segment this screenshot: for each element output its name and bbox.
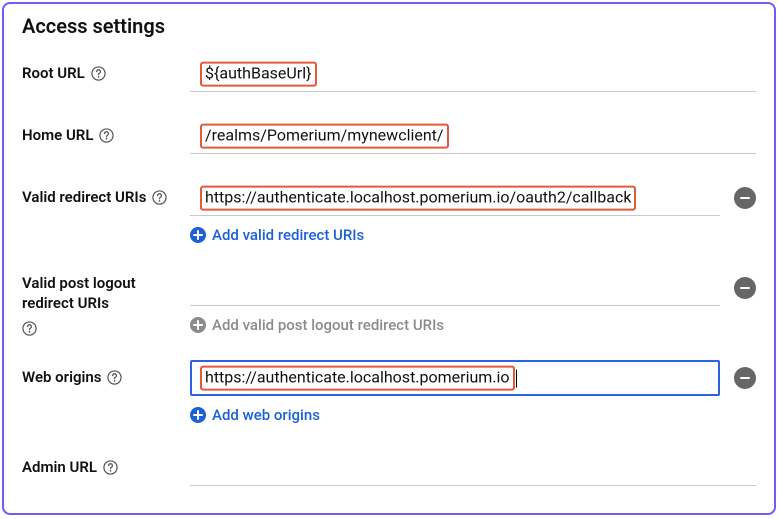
- field-web-origins: Web origins https://authenticate.localho…: [22, 360, 756, 424]
- label-post-logout-redirect-uris: Valid post logout redirect URIs: [22, 270, 190, 334]
- help-icon[interactable]: [103, 460, 118, 475]
- help-icon[interactable]: [91, 66, 106, 81]
- plus-circle-icon: [190, 317, 206, 333]
- section-title: Access settings: [22, 14, 756, 38]
- field-post-logout-redirect-uris: Valid post logout redirect URIs Add vali…: [22, 270, 756, 334]
- remove-web-origin-button[interactable]: [734, 367, 756, 389]
- add-valid-redirect-uri-button[interactable]: Add valid redirect URIs: [190, 226, 756, 244]
- label-admin-url: Admin URL: [22, 450, 190, 478]
- remove-post-logout-uri-button[interactable]: [734, 277, 756, 299]
- root-url-input[interactable]: [190, 56, 756, 92]
- web-origins-input[interactable]: [190, 360, 720, 396]
- label-root-url: Root URL: [22, 56, 190, 84]
- field-root-url: Root URL ${authBaseUrl}: [22, 56, 756, 92]
- home-url-input[interactable]: [190, 118, 756, 154]
- label-valid-redirect-uris: Valid redirect URIs: [22, 180, 190, 208]
- help-icon[interactable]: [152, 190, 167, 205]
- help-icon[interactable]: [99, 128, 114, 143]
- post-logout-redirect-uri-input[interactable]: [190, 270, 720, 306]
- plus-circle-icon: [190, 407, 206, 423]
- label-web-origins: Web origins: [22, 360, 190, 388]
- remove-redirect-uri-button[interactable]: [734, 187, 756, 209]
- access-settings-panel: Access settings Root URL ${authBaseUrl} …: [2, 2, 776, 515]
- help-icon[interactable]: [22, 321, 37, 336]
- label-home-url: Home URL: [22, 118, 190, 146]
- help-icon[interactable]: [107, 370, 122, 385]
- add-post-logout-redirect-uri-button[interactable]: Add valid post logout redirect URIs: [190, 316, 756, 334]
- field-valid-redirect-uris: Valid redirect URIs https://authenticate…: [22, 180, 756, 244]
- field-admin-url: Admin URL: [22, 450, 756, 486]
- field-home-url: Home URL /realms/Pomerium/mynewclient/: [22, 118, 756, 154]
- valid-redirect-uri-input[interactable]: [190, 180, 720, 216]
- plus-circle-icon: [190, 227, 206, 243]
- admin-url-input[interactable]: [190, 450, 756, 486]
- add-web-origins-button[interactable]: Add web origins: [190, 406, 756, 424]
